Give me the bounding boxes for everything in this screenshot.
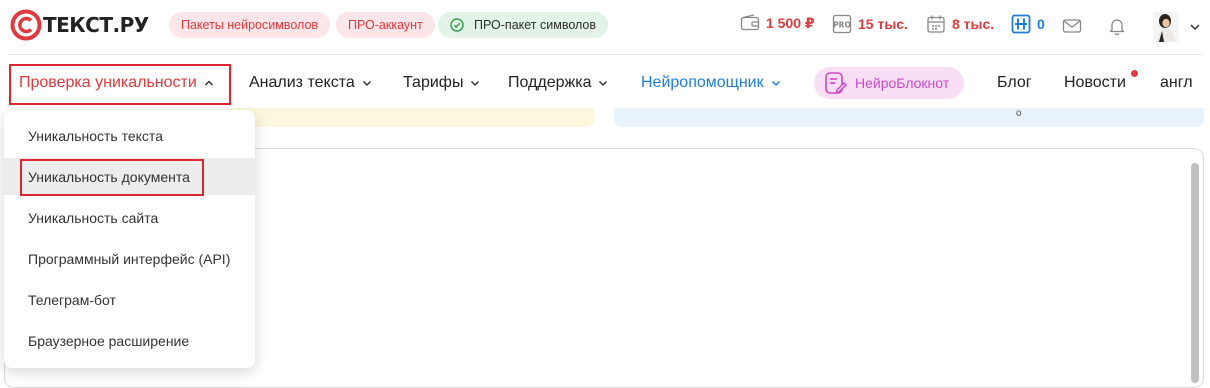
header-divider — [8, 54, 1202, 55]
nav-blog[interactable]: Блог — [997, 68, 1032, 98]
chevron-down-icon — [771, 80, 780, 87]
neuro-packages-pill[interactable]: Пакеты нейросимволов — [169, 12, 331, 38]
neuro-symbol-icon — [1011, 14, 1031, 34]
nav-label: Тарифы — [403, 74, 464, 91]
notebook-icon — [825, 72, 848, 94]
nav-neuro-notebook[interactable]: НейроБлокнот — [814, 67, 964, 99]
top-bar: ТЕКСТ.РУ Пакеты нейросимволов ПРО-аккаун… — [0, 0, 1210, 54]
nav-label: Нейропомощник — [641, 74, 764, 91]
menu-item-label: Уникальность текста — [28, 127, 163, 144]
uniqueness-dropdown-menu: Уникальность текста Уникальность докумен… — [4, 110, 255, 368]
editor-scrollbar[interactable] — [1191, 163, 1199, 383]
pro-symbol-package-pill[interactable]: ПРО-пакет символов — [438, 12, 609, 38]
check-circle-icon — [450, 18, 464, 32]
menu-item-label: Браузерное расширение — [28, 332, 190, 349]
pro-badge-icon: PRO — [832, 14, 852, 34]
balance-stat[interactable]: 1 500 ₽ — [740, 14, 815, 32]
menu-item-api[interactable]: Программный интерфейс (API) — [4, 240, 255, 277]
wallet-icon — [740, 14, 760, 31]
menu-item-text-uniqueness[interactable]: Уникальность текста — [4, 117, 255, 154]
daily-symbols-stat[interactable]: 8 тыс. — [926, 14, 994, 34]
menu-highlight-box — [20, 159, 204, 196]
nav-label: Блог — [997, 74, 1032, 91]
nav-language[interactable]: англ — [1160, 68, 1193, 98]
info-banner-yellow — [230, 108, 594, 127]
calendar-icon — [927, 15, 945, 33]
bell-icon[interactable] — [1107, 16, 1127, 36]
pill-label: ПРО-аккаунт — [348, 18, 423, 32]
nav-label: НейроБлокнот — [855, 75, 950, 91]
daily-symbols-value: 8 тыс. — [952, 16, 995, 32]
nav-label: англ — [1160, 74, 1193, 91]
nav-support[interactable]: Поддержка — [508, 68, 608, 98]
chevron-down-icon — [471, 80, 480, 87]
neuro-symbols-value: 0 — [1037, 16, 1045, 32]
nav-neuro-assistant[interactable]: Нейропомощник — [641, 68, 781, 98]
menu-item-label: Уникальность сайта — [28, 209, 159, 226]
nav-highlight-box — [9, 64, 231, 105]
neuro-symbols-stat[interactable]: 0 — [1011, 14, 1045, 34]
nav-news[interactable]: Новости — [1064, 68, 1126, 98]
logo[interactable]: ТЕКСТ.РУ — [10, 9, 149, 41]
mail-icon[interactable] — [1062, 16, 1082, 36]
menu-item-label: Программный интерфейс (API) — [28, 250, 231, 267]
nav-pricing[interactable]: Тарифы — [403, 68, 480, 98]
menu-item-telegram-bot[interactable]: Телеграм-бот — [4, 281, 255, 318]
balance-value: 1 500 ₽ — [766, 14, 815, 31]
nav-label: Анализ текста — [249, 74, 355, 91]
logo-text: ТЕКСТ.РУ — [43, 13, 149, 37]
banner-mark: о — [1016, 108, 1022, 119]
copyright-logo-icon — [10, 9, 42, 41]
chevron-down-icon — [599, 80, 608, 87]
menu-item-label: Телеграм-бот — [28, 291, 116, 308]
pill-label: Пакеты нейросимволов — [181, 18, 319, 32]
avatar[interactable] — [1153, 12, 1179, 42]
pro-account-pill[interactable]: ПРО-аккаунт — [336, 12, 435, 38]
pro-symbols-stat[interactable]: PRO 15 тыс. — [832, 14, 908, 34]
svg-text:PRO: PRO — [833, 21, 851, 30]
nav-label: Новости — [1064, 74, 1126, 91]
pro-symbols-value: 15 тыс. — [858, 16, 908, 32]
nav-text-analysis[interactable]: Анализ текста — [249, 68, 372, 98]
menu-item-browser-extension[interactable]: Браузерное расширение — [4, 322, 255, 359]
notification-dot — [1131, 70, 1138, 77]
nav-label: Поддержка — [508, 74, 592, 91]
chevron-down-icon — [362, 80, 371, 87]
menu-item-site-uniqueness[interactable]: Уникальность сайта — [4, 199, 255, 236]
chevron-down-icon[interactable] — [1189, 22, 1201, 32]
pill-label: ПРО-пакет символов — [474, 18, 597, 32]
info-banner-blue — [614, 108, 1204, 127]
